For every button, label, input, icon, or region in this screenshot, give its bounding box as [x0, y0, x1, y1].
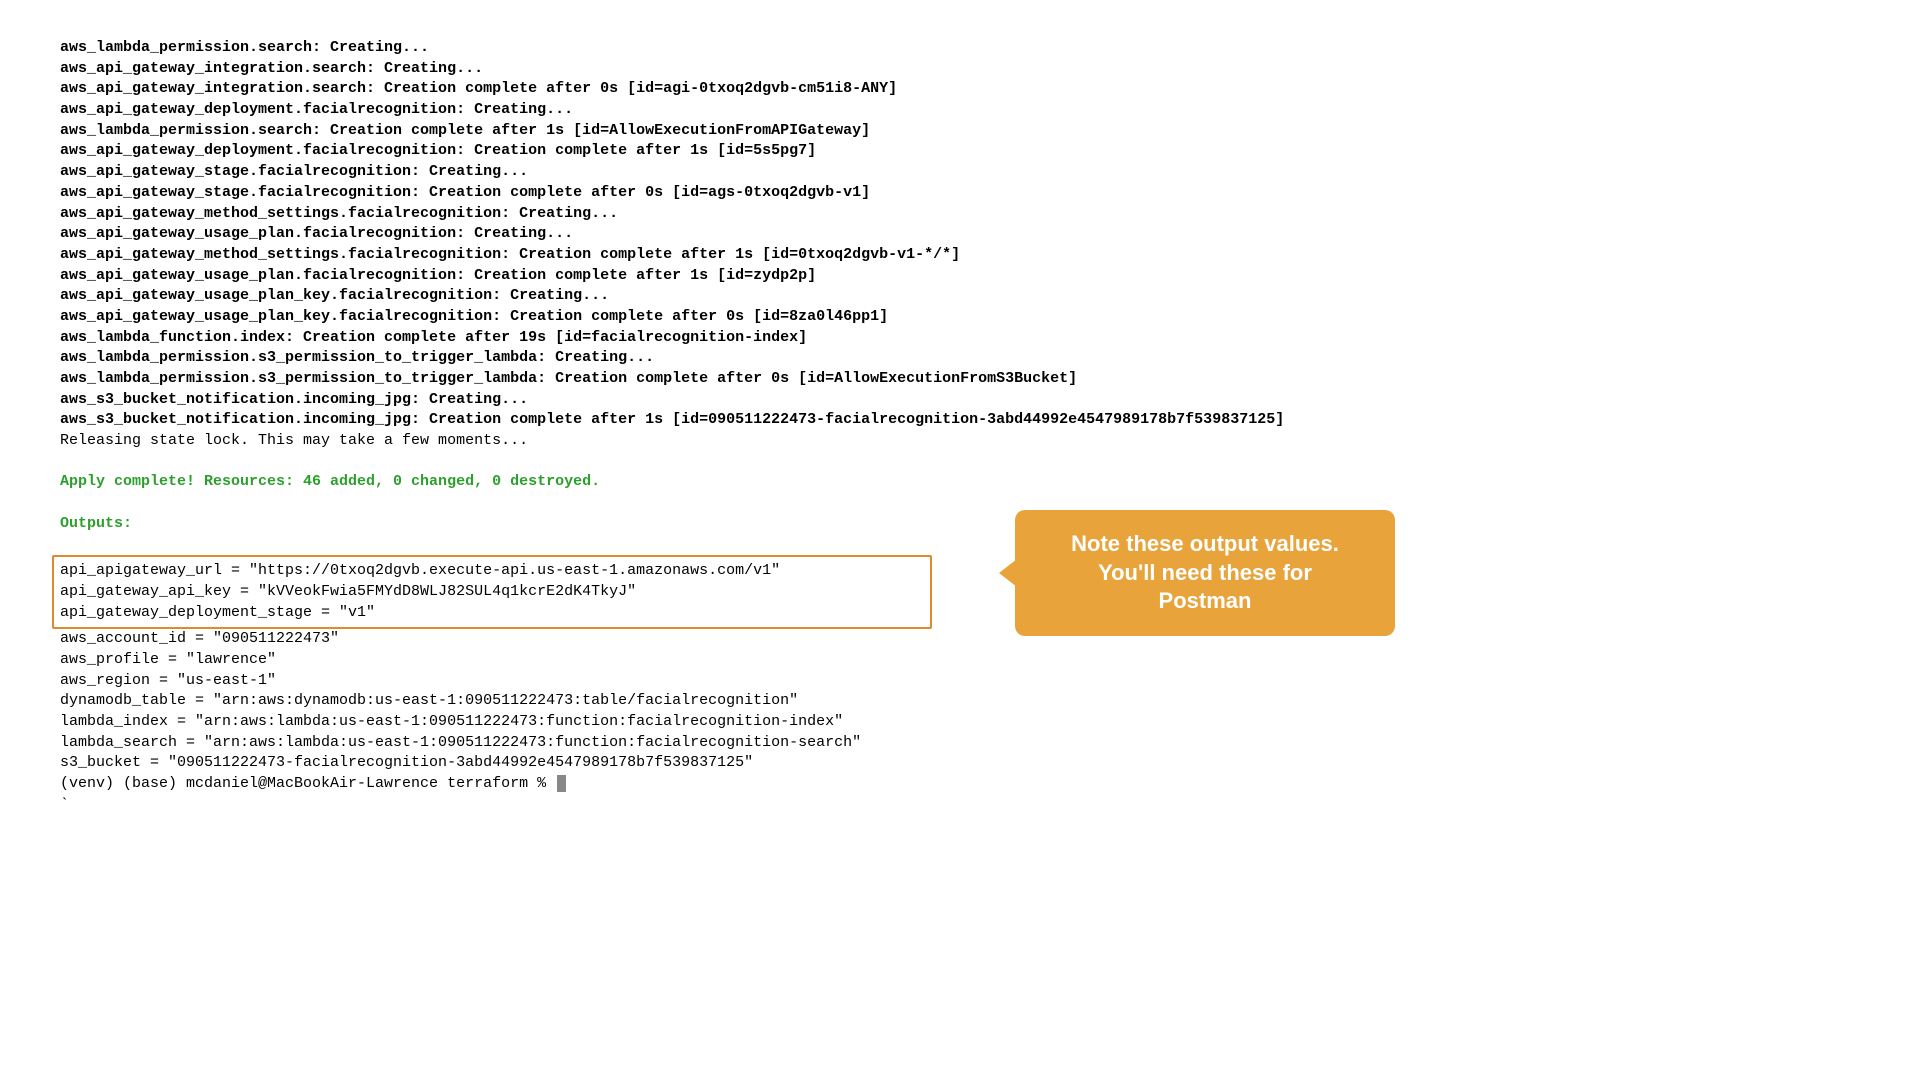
callout-line: Postman — [1043, 587, 1367, 616]
log-line: aws_api_gateway_stage.facialrecognition:… — [60, 162, 1860, 183]
log-line: aws_api_gateway_usage_plan_key.facialrec… — [60, 286, 1860, 307]
output-line: api_apigateway_url = "https://0txoq2dgvb… — [60, 561, 924, 582]
log-line: aws_api_gateway_usage_plan_key.facialrec… — [60, 307, 1860, 328]
log-line: aws_api_gateway_usage_plan.facialrecogni… — [60, 224, 1860, 245]
log-line: aws_api_gateway_usage_plan.facialrecogni… — [60, 266, 1860, 287]
log-line: aws_s3_bucket_notification.incoming_jpg:… — [60, 410, 1860, 431]
outputs-header: Outputs: — [60, 514, 1860, 535]
callout-note: Note these output values. You'll need th… — [1015, 510, 1395, 636]
release-lock-line: Releasing state lock. This may take a fe… — [60, 431, 1860, 452]
log-line: aws_api_gateway_integration.search: Crea… — [60, 79, 1860, 100]
log-line: aws_lambda_function.index: Creation comp… — [60, 328, 1860, 349]
log-line: aws_lambda_permission.search: Creating..… — [60, 38, 1860, 59]
output-line: lambda_index = "arn:aws:lambda:us-east-1… — [60, 712, 1860, 733]
log-line: aws_api_gateway_method_settings.facialre… — [60, 245, 1860, 266]
cursor-icon — [557, 775, 566, 792]
output-line: api_gateway_api_key = "kVVeokFwia5FMYdD8… — [60, 582, 924, 603]
apply-complete-line: Apply complete! Resources: 46 added, 0 c… — [60, 472, 1860, 493]
backtick-line: ` — [60, 795, 1860, 816]
callout-line: Note these output values. — [1043, 530, 1367, 559]
callout-line: You'll need these for — [1043, 559, 1367, 588]
output-line: dynamodb_table = "arn:aws:dynamodb:us-ea… — [60, 691, 1860, 712]
outputs-highlight-box: api_apigateway_url = "https://0txoq2dgvb… — [52, 555, 932, 629]
output-line: lambda_search = "arn:aws:lambda:us-east-… — [60, 733, 1860, 754]
output-line: aws_region = "us-east-1" — [60, 671, 1860, 692]
output-line: aws_account_id = "090511222473" — [60, 629, 1860, 650]
log-line: aws_api_gateway_method_settings.facialre… — [60, 204, 1860, 225]
log-line: aws_api_gateway_integration.search: Crea… — [60, 59, 1860, 80]
log-line: aws_api_gateway_stage.facialrecognition:… — [60, 183, 1860, 204]
output-line: s3_bucket = "090511222473-facialrecognit… — [60, 753, 1860, 774]
log-line: aws_api_gateway_deployment.facialrecogni… — [60, 100, 1860, 121]
terminal-prompt-line[interactable]: (venv) (base) mcdaniel@MacBookAir-Lawren… — [60, 774, 1860, 795]
output-line: api_gateway_deployment_stage = "v1" — [60, 603, 924, 624]
terminal-prompt: (venv) (base) mcdaniel@MacBookAir-Lawren… — [60, 775, 555, 792]
output-line: aws_profile = "lawrence" — [60, 650, 1860, 671]
log-line: aws_lambda_permission.s3_permission_to_t… — [60, 369, 1860, 390]
terminal-output: aws_lambda_permission.search: Creating..… — [60, 38, 1860, 815]
log-line: aws_lambda_permission.search: Creation c… — [60, 121, 1860, 142]
log-line: aws_s3_bucket_notification.incoming_jpg:… — [60, 390, 1860, 411]
log-line: aws_api_gateway_deployment.facialrecogni… — [60, 141, 1860, 162]
log-line: aws_lambda_permission.s3_permission_to_t… — [60, 348, 1860, 369]
